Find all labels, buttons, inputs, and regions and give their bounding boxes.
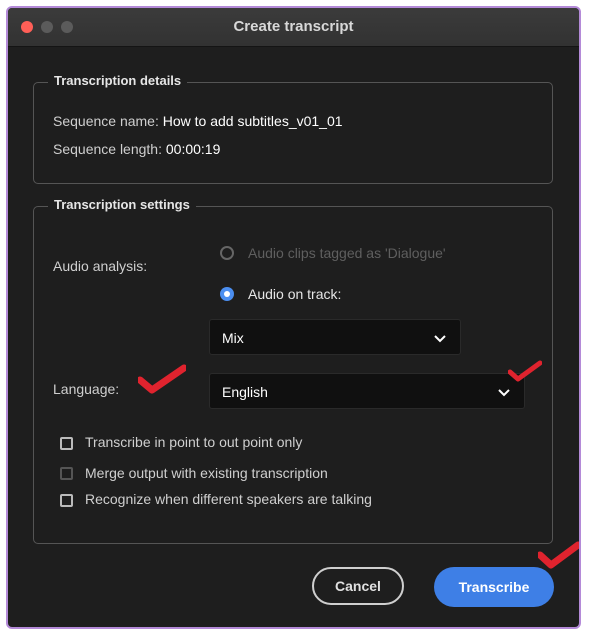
sequence-name-label: Sequence name: [53, 113, 159, 129]
option-label-in-out: Transcribe in point to out point only [85, 434, 303, 450]
radio-audio-track[interactable] [220, 287, 234, 301]
annotation-checkmark-icon [538, 541, 579, 569]
transcription-details-panel: Transcription details Sequence name: How… [33, 73, 553, 184]
radio-dialogue-label: Audio clips tagged as 'Dialogue' [248, 245, 446, 261]
annotation-checkmark-icon [138, 364, 186, 394]
track-select[interactable]: Mix [209, 319, 461, 355]
settings-legend: Transcription settings [48, 197, 196, 212]
chevron-down-icon [498, 385, 510, 401]
sequence-length-value: 00:00:19 [165, 141, 221, 157]
sequence-name-row: Sequence name: How to add subtitles_v01_… [53, 113, 343, 129]
option-checkbox-speakers[interactable] [60, 494, 73, 507]
transcribe-button[interactable]: Transcribe [434, 567, 554, 607]
option-checkbox-merge[interactable] [60, 467, 73, 480]
audio-analysis-label: Audio analysis: [53, 258, 148, 274]
option-label-merge: Merge output with existing transcription [85, 465, 328, 481]
cancel-button[interactable]: Cancel [312, 567, 404, 605]
radio-audio-track-label: Audio on track: [248, 286, 342, 302]
sequence-length-label: Sequence length: [53, 141, 162, 157]
details-legend: Transcription details [48, 73, 188, 88]
language-select-value: English [222, 384, 268, 400]
option-checkbox-in-out[interactable] [60, 437, 73, 450]
transcription-settings-panel: Transcription settings Audio analysis: A… [33, 197, 553, 544]
sequence-name-value: How to add subtitles_v01_01 [162, 113, 343, 129]
option-label-speakers: Recognize when different speakers are ta… [85, 491, 372, 507]
sequence-length-row: Sequence length: 00:00:19 [53, 141, 220, 157]
language-label: Language: [53, 381, 120, 397]
window-title: Create transcript [233, 18, 354, 35]
radio-dialogue[interactable] [220, 246, 234, 260]
track-select-value: Mix [222, 330, 244, 346]
annotation-checkmark-icon [508, 360, 542, 382]
chevron-down-icon [434, 331, 446, 347]
language-select[interactable]: English [209, 373, 525, 409]
title-bar: Create transcript [8, 8, 579, 47]
dialog-window: Create transcript Transcription details … [6, 6, 581, 629]
